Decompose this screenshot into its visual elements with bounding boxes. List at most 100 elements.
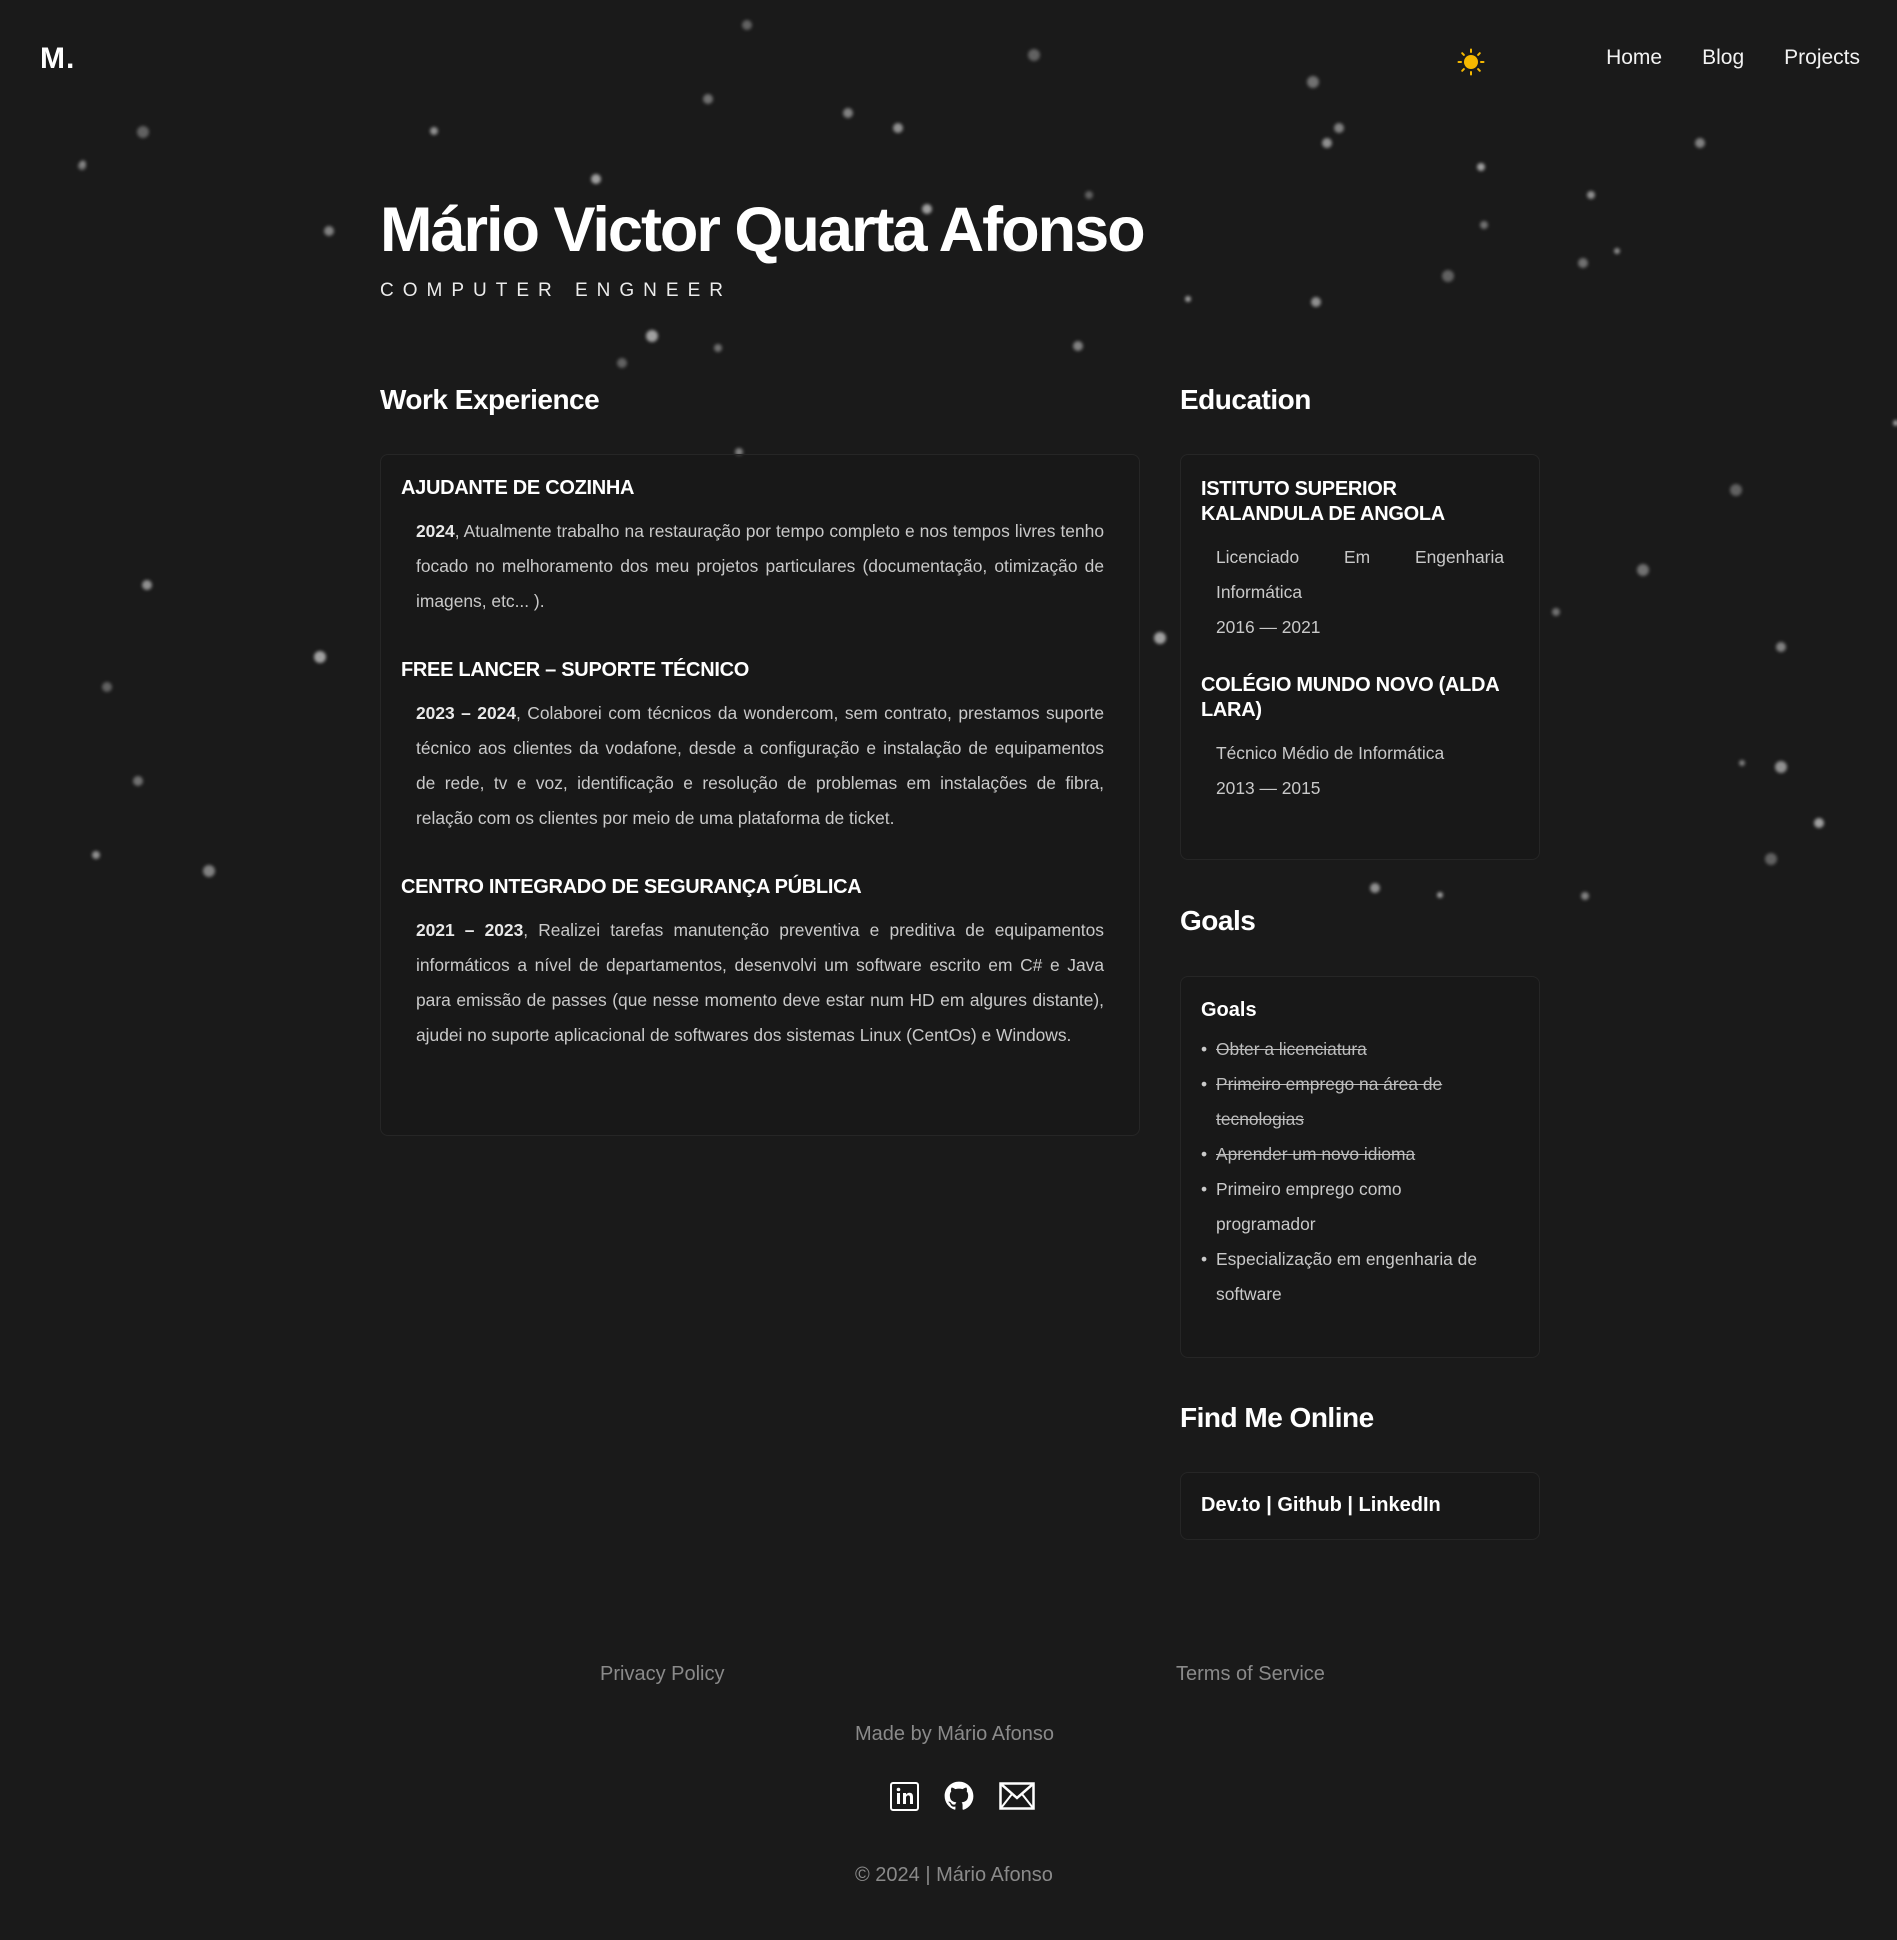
goal-text: Aprender um novo idioma (1216, 1144, 1416, 1164)
goals-list: Obter a licenciatura Primeiro emprego na… (1201, 1032, 1504, 1312)
star (1814, 818, 1824, 828)
social-icons (890, 1781, 1035, 1816)
site-logo[interactable]: M. (40, 42, 75, 76)
goals-heading: Goals (1180, 905, 1256, 936)
nav-home[interactable]: Home (1606, 46, 1662, 70)
star (80, 160, 86, 166)
education-heading: Education (1180, 384, 1311, 415)
star (617, 358, 627, 368)
star (1307, 76, 1319, 88)
job-title: FREE LANCER – SUPORTE TÉCNICO (401, 659, 749, 681)
main-nav: Home Blog Projects (1606, 46, 1860, 70)
education-years: 2016 — 2021 (1216, 617, 1321, 637)
terms-of-service-link[interactable]: Terms of Service (1176, 1663, 1325, 1686)
nav-blog[interactable]: Blog (1702, 46, 1744, 70)
goal-item: Primeiro emprego como programador (1201, 1172, 1504, 1242)
degree: Técnico Médio de Informática (1216, 743, 1445, 763)
job-period: 2023 – 2024 (416, 703, 516, 723)
star (646, 330, 658, 342)
star (1776, 642, 1786, 652)
star (1739, 760, 1745, 766)
star (843, 108, 853, 118)
privacy-policy-link[interactable]: Privacy Policy (600, 1663, 724, 1686)
school-name: ISTITUTO SUPERIOR KALANDULA DE ANGOLA (1201, 478, 1445, 525)
sun-icon[interactable] (1457, 48, 1485, 76)
goals-card: Goals Obter a licenciatura Primeiro empr… (1180, 976, 1540, 1358)
star (92, 851, 100, 859)
linkedin-link[interactable]: LinkedIn (1359, 1494, 1441, 1516)
star (142, 580, 152, 590)
star (78, 162, 86, 170)
star (137, 126, 149, 138)
goal-item: Obter a licenciatura (1201, 1032, 1504, 1067)
job-text: , Colaborei com técnicos da wondercom, s… (416, 703, 1104, 828)
find-me-online-heading: Find Me Online (1180, 1402, 1374, 1433)
star (430, 127, 438, 135)
linkedin-icon[interactable] (890, 1781, 919, 1816)
made-by-text: Made by Mário Afonso (855, 1723, 1054, 1745)
goal-item: Especialização em engenharia de software (1201, 1242, 1504, 1312)
job-description: 2024, Atualmente trabalho na restauração… (416, 514, 1104, 619)
star (314, 651, 326, 663)
star (1073, 341, 1083, 351)
education-card: ISTITUTO SUPERIOR KALANDULA DE ANGOLA Li… (1180, 454, 1540, 860)
star (1775, 761, 1787, 773)
work-experience-heading: Work Experience (380, 384, 600, 415)
star (1437, 892, 1443, 898)
star (324, 226, 334, 236)
online-links: Dev.to | Github | LinkedIn (1201, 1494, 1519, 1517)
goals-card-title: Goals (1201, 999, 1257, 1021)
star (1587, 191, 1595, 199)
work-experience-card: AJUDANTE DE COZINHA 2024, Atualmente tra… (380, 454, 1140, 1136)
job-title: CENTRO INTEGRADO DE SEGURANÇA PÚBLICA (401, 876, 862, 898)
copyright-text: © 2024 | Mário Afonso (855, 1864, 1053, 1886)
star (1028, 49, 1040, 61)
star (1637, 564, 1649, 576)
link-separator: | (1260, 1494, 1278, 1516)
job-title: AJUDANTE DE COZINHA (401, 477, 635, 499)
star (1893, 420, 1897, 426)
star (703, 94, 713, 104)
job-item: CENTRO INTEGRADO DE SEGURANÇA PÚBLICA 20… (401, 876, 1104, 1053)
find-me-online-card: Dev.to | Github | LinkedIn (1180, 1472, 1540, 1540)
goal-text: Especialização em engenharia de software (1216, 1249, 1478, 1304)
page-title: Mário Victor Quarta Afonso (380, 195, 1146, 265)
goal-item: Aprender um novo idioma (1201, 1137, 1504, 1172)
education-item: COLÉGIO MUNDO NOVO (ALDA LARA) Técnico M… (1201, 673, 1504, 806)
star (714, 344, 722, 352)
nav-projects[interactable]: Projects (1784, 46, 1860, 70)
star (1334, 123, 1344, 133)
goal-item: Primeiro emprego na área de tecnologias (1201, 1067, 1504, 1137)
job-text: , Atualmente trabalho na restauração por… (416, 521, 1104, 611)
star (102, 682, 112, 692)
link-separator: | (1341, 1494, 1359, 1516)
education-item: ISTITUTO SUPERIOR KALANDULA DE ANGOLA Li… (1201, 477, 1504, 645)
star (1154, 632, 1166, 644)
job-period: 2024 (416, 521, 455, 541)
job-description: 2023 – 2024, Colaborei com técnicos da w… (416, 696, 1104, 836)
star (1311, 297, 1321, 307)
star (133, 776, 143, 786)
star (1765, 853, 1777, 865)
job-item: FREE LANCER – SUPORTE TÉCNICO 2023 – 202… (401, 659, 1104, 836)
mail-icon[interactable] (999, 1782, 1035, 1815)
star (1480, 221, 1488, 229)
star (1552, 608, 1560, 616)
job-item: AJUDANTE DE COZINHA 2024, Atualmente tra… (401, 477, 1104, 619)
page-subtitle: COMPUTER ENGNEER (380, 280, 732, 301)
star (1322, 138, 1332, 148)
star (1581, 892, 1589, 900)
degree: Licenciado Em Engenharia Informática (1216, 547, 1504, 602)
goal-text: Obter a licenciatura (1216, 1039, 1367, 1059)
star (1614, 248, 1620, 254)
github-icon[interactable] (944, 1781, 974, 1816)
star (742, 20, 752, 30)
star (893, 123, 903, 133)
github-link[interactable]: Github (1277, 1494, 1341, 1516)
education-years: 2013 — 2015 (1216, 778, 1321, 798)
page: M. Home Blog Projects Mário Victor Quart… (0, 0, 1897, 1940)
star (1477, 163, 1485, 171)
star (1578, 258, 1588, 268)
goal-text: Primeiro emprego como programador (1216, 1179, 1402, 1234)
devto-link[interactable]: Dev.to (1201, 1494, 1261, 1516)
